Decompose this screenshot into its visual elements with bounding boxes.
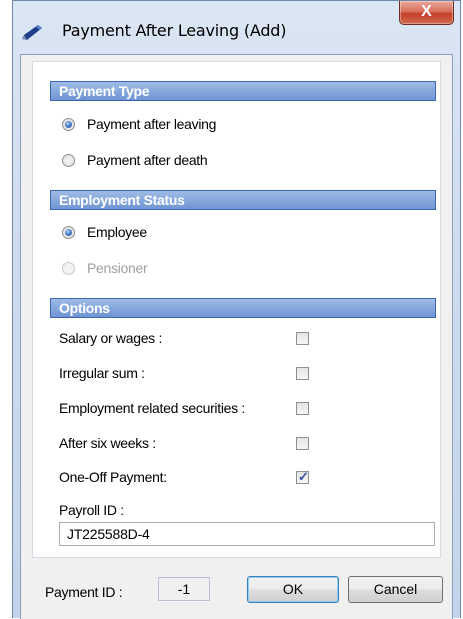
one-off-payment-label: One-Off Payment:	[59, 469, 167, 485]
employment-related-securities-label: Employment related securities :	[59, 400, 246, 416]
payment-type-header: Payment Type	[50, 81, 436, 101]
radio-button[interactable]	[62, 225, 75, 239]
radio-label: Payment after leaving	[87, 116, 217, 132]
one-off-payment-checkbox[interactable]: ✓	[296, 469, 309, 484]
radio-button[interactable]	[62, 117, 75, 131]
radio-label: Payment after death	[87, 152, 208, 168]
close-button[interactable]: X	[399, 1, 454, 25]
payment-id-value: -1	[158, 577, 210, 601]
radio-button[interactable]	[62, 153, 75, 167]
radio-button	[62, 261, 75, 275]
options-header: Options	[50, 298, 436, 318]
irregular-sum-label: Irregular sum :	[59, 365, 145, 381]
irregular-sum-checkbox[interactable]	[296, 367, 309, 380]
window-title: Payment After Leaving (Add)	[62, 21, 287, 40]
salary-or-wages-label: Salary or wages :	[59, 330, 163, 346]
payroll-id-input[interactable]: JT225588D-4	[59, 522, 435, 546]
dialog-window: Payment After Leaving (Add) X Payment Ty…	[12, 0, 461, 619]
radio-pensioner: Pensioner	[62, 259, 148, 277]
checkmark-icon: ✓	[298, 469, 309, 484]
radio-payment-after-leaving[interactable]: Payment after leaving	[62, 115, 216, 133]
radio-employee[interactable]: Employee	[62, 223, 147, 241]
employment-related-securities-checkbox[interactable]	[296, 402, 309, 415]
ok-button[interactable]: OK	[247, 576, 339, 603]
payroll-id-label: Payroll ID :	[59, 502, 124, 518]
payment-id-label: Payment ID :	[45, 584, 123, 600]
pencil-icon	[22, 25, 42, 40]
salary-or-wages-checkbox[interactable]	[296, 332, 309, 345]
after-six-weeks-label: After six weeks :	[59, 435, 156, 451]
radio-payment-after-death[interactable]: Payment after death	[62, 151, 208, 169]
radio-label: Employee	[87, 224, 147, 240]
after-six-weeks-checkbox[interactable]	[296, 437, 309, 450]
cancel-button[interactable]: Cancel	[348, 576, 443, 603]
dialog-client-area: Payment Type Payment after leaving Payme…	[20, 54, 453, 619]
radio-label: Pensioner	[87, 260, 148, 276]
settings-panel: Payment Type Payment after leaving Payme…	[32, 61, 441, 558]
employment-status-header: Employment Status	[50, 190, 436, 210]
